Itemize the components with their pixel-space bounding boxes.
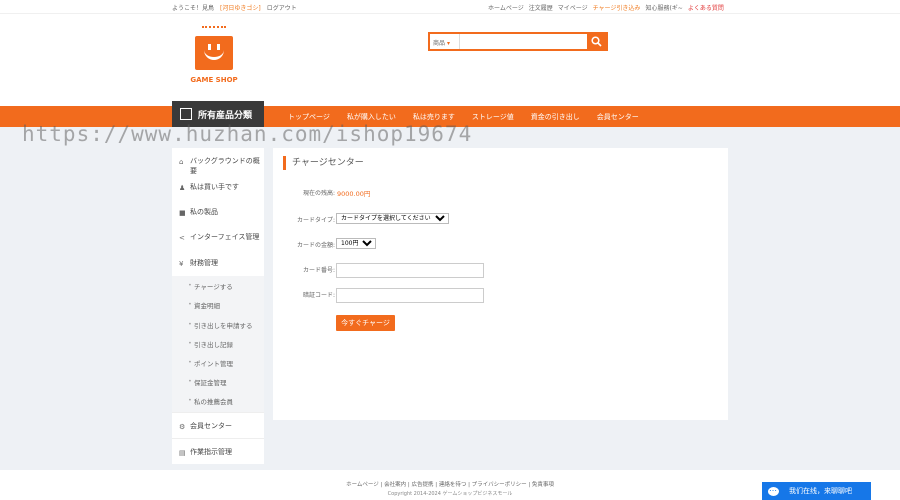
card-number-row: カード番号: [273, 263, 728, 278]
sidebar-item-overview[interactable]: ⌂ バックグラウンドの概要 [172, 156, 264, 176]
password-input[interactable] [336, 288, 484, 303]
search-button[interactable] [587, 34, 606, 49]
top-link-charge[interactable]: チャージ引き込み [593, 3, 641, 12]
header: GAME SHOP 商品 ▾ [0, 14, 900, 106]
sidebar-item-buyer[interactable]: ♟ 私は買い手です [172, 182, 264, 192]
search-input[interactable] [460, 34, 587, 49]
search-bar: 商品 ▾ [428, 32, 608, 51]
search-category-select[interactable]: 商品 ▾ [430, 34, 460, 49]
card-number-input[interactable] [336, 263, 484, 278]
top-bar-left: ようこそ！見鳥 [河日ゆきゴシ] ログアウト [172, 3, 297, 12]
top-link-home[interactable]: ホームページ [488, 3, 524, 12]
box-icon: ■ [179, 209, 186, 217]
sidebar-section-label: 会員センター [190, 422, 232, 430]
chevron-down-icon: ▾ [446, 40, 450, 47]
card-type-label: カードタイプ: [296, 217, 335, 224]
amount-label: カードの金額: [296, 242, 335, 249]
doc-icon: ▤ [179, 449, 186, 457]
nav-items: トップページ 私が購入したい 私は売ります ストレージ値 資金の引き出し 会員セ… [288, 112, 639, 122]
member-tag[interactable]: [河日ゆきゴシ] [220, 3, 261, 12]
sidebar-item-label: バックグラウンドの概要 [190, 157, 260, 175]
logout-link[interactable]: ログアウト [267, 3, 297, 12]
finance-submenu: チャージする 資金明細 引き出しを申請する 引き出し記録 ポイント管理 保証金管… [172, 276, 264, 412]
logo-text: GAME SHOP [190, 76, 238, 84]
top-bar-links: ホームページ 注文履歴 マイページ チャージ引き込み 知心服務(ギ~ よくある質… [488, 3, 724, 12]
search-category-label: 商品 [433, 40, 446, 47]
nav-item-sell[interactable]: 私は売ります [413, 112, 455, 122]
gear-icon: ⚙ [179, 423, 186, 431]
panel-title: チャージセンター [283, 156, 364, 170]
top-link-mypage[interactable]: マイページ [558, 3, 588, 12]
top-bar: ようこそ！見鳥 [河日ゆきゴシ] ログアウト ホームページ 注文履歴 マイページ… [0, 0, 900, 14]
category-menu-label: 所有産品分類 [198, 110, 253, 121]
balance-row: 現在の残高: 9000.00円 [273, 186, 728, 200]
sidebar-sub-funds[interactable]: 資金明細 [172, 300, 264, 310]
welcome-text: ようこそ！見鳥 [172, 5, 215, 12]
amount-row: カードの金額: 100円 [273, 238, 728, 252]
logo[interactable]: GAME SHOP [190, 26, 238, 88]
card-type-row: カードタイプ: カードタイプを選択してください [273, 213, 728, 227]
sidebar-section-label: 作業指示管理 [190, 448, 232, 456]
sidebar-item-label: 私は買い手です [190, 183, 239, 191]
top-link-orders[interactable]: 注文履歴 [529, 3, 553, 12]
sidebar-sub-charge[interactable]: チャージする [172, 281, 264, 291]
sidebar-sub-withdraw-log[interactable]: 引き出し記録 [172, 339, 264, 349]
sidebar-sub-points[interactable]: ポイント管理 [172, 358, 264, 368]
sidebar-item-label: 財務管理 [190, 259, 218, 267]
sidebar-section-member[interactable]: ⚙ 会員センター [172, 412, 264, 438]
card-number-label: カード番号: [302, 267, 335, 274]
nav-item-storage[interactable]: ストレージ値 [472, 112, 514, 122]
sidebar-item-label: インターフェイス管理 [190, 233, 260, 241]
top-link-faq[interactable]: よくある質問 [688, 3, 724, 12]
search-icon [591, 36, 602, 47]
password-row: 暗証コード: [273, 288, 728, 303]
chat-label: 我们在线，来聊聊吧 [789, 487, 852, 495]
sidebar-sub-referrals[interactable]: 私の推薦会員 [172, 396, 264, 406]
list-icon [180, 108, 192, 120]
card-type-select[interactable]: カードタイプを選択してください [336, 213, 449, 224]
sidebar-item-label: 私の製品 [190, 208, 218, 216]
sidebar-item-finance[interactable]: ¥ 財務管理 [172, 258, 264, 268]
top-link-service[interactable]: 知心服務(ギ~ [645, 3, 682, 12]
watermark: https://www.huzhan.com/ishop19674 [22, 122, 473, 146]
balance-label: 現在の残高: [302, 190, 335, 197]
sidebar-sub-deposit[interactable]: 保証金管理 [172, 377, 264, 387]
balance-value: 9000.00円 [337, 190, 371, 198]
sidebar-section-workorder[interactable]: ▤ 作業指示管理 [172, 438, 264, 464]
sidebar-item-products[interactable]: ■ 私の製品 [172, 207, 264, 217]
chat-widget[interactable]: 我们在线，来聊聊吧 [762, 482, 871, 500]
yen-icon: ¥ [179, 260, 184, 268]
nav-item-top[interactable]: トップページ [288, 112, 330, 122]
nav-item-buy[interactable]: 私が購入したい [347, 112, 396, 122]
sidebar-item-interface[interactable]: < インターフェイス管理 [172, 232, 264, 242]
charge-panel: チャージセンター 現在の残高: 9000.00円 カードタイプ: カードタイプを… [273, 148, 728, 420]
user-icon: ♟ [179, 184, 186, 192]
shopping-bag-icon [195, 36, 233, 70]
amount-select[interactable]: 100円 [336, 238, 376, 249]
sidebar-section-member-row: ⚙ 会員センター [172, 421, 264, 431]
nav-item-member[interactable]: 会員センター [597, 112, 639, 122]
password-label: 暗証コード: [302, 292, 335, 299]
logo-rays [202, 26, 226, 36]
chat-bubble-icon [768, 484, 779, 496]
nav-item-withdraw[interactable]: 資金の引き出し [531, 112, 580, 122]
share-icon: < [179, 234, 185, 242]
sidebar-sub-withdraw-apply[interactable]: 引き出しを申請する [172, 320, 264, 330]
home-icon: ⌂ [179, 158, 184, 166]
sidebar: ⌂ バックグラウンドの概要 ♟ 私は買い手です ■ 私の製品 < インターフェイ… [172, 148, 264, 464]
charge-now-button[interactable]: 今すぐチャージ [336, 315, 395, 331]
sidebar-section-workorder-row: ▤ 作業指示管理 [172, 447, 264, 457]
